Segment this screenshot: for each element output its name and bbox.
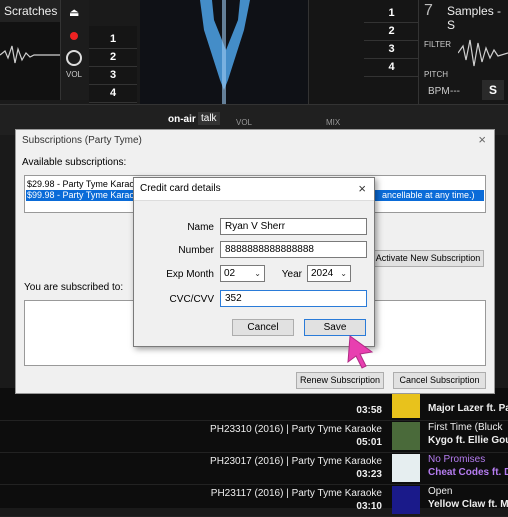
track-duration: 03:10 (356, 501, 382, 512)
name-field[interactable]: Ryan V Sherr (220, 218, 367, 235)
on-air-button[interactable]: on-air (168, 114, 196, 125)
sync-button[interactable]: S (482, 80, 504, 100)
cvv-label: CVC/CVV (169, 294, 214, 305)
subscribed-to-label: You are subscribed to: (24, 282, 124, 293)
left-side-controls: ⏏ VOL (60, 0, 89, 100)
cue-button-3[interactable]: 3 (89, 66, 137, 85)
track-title: PH23310 (2016) | Party Tyme Karaoke (210, 424, 382, 435)
center-waveform (140, 0, 308, 104)
center-button-4[interactable]: 4 (364, 58, 419, 77)
waveform-graphic (200, 0, 250, 104)
number-label: Number (178, 245, 214, 256)
filter-label: FILTER (424, 40, 451, 49)
center-button-1[interactable]: 1 (364, 4, 419, 23)
center-controls: 1 2 3 4 (308, 0, 419, 104)
cvv-field[interactable]: 352 (220, 290, 367, 307)
activate-subscription-button[interactable]: Activate New Subscription (372, 250, 484, 267)
album-art (392, 422, 420, 450)
table-row[interactable]: PH23117 (2016) | Party Tyme Karaoke 03:1… (0, 484, 508, 517)
cue-panel: 1 2 3 4 (89, 26, 137, 104)
track-song: Open (428, 486, 453, 497)
cue-button-1[interactable]: 1 (89, 30, 137, 49)
mixer-mix-label: MIX (326, 118, 341, 127)
pitch-label: PITCH (424, 70, 448, 79)
cancel-button[interactable]: Cancel (232, 319, 294, 336)
track-artist: Kygo ft. Ellie Goul (428, 435, 508, 446)
volume-knob[interactable] (66, 50, 82, 66)
talk-button[interactable]: talk (198, 112, 220, 125)
track-title: PH23117 (2016) | Party Tyme Karaoke (210, 488, 382, 499)
record-icon[interactable] (70, 32, 78, 40)
track-title: PH23017 (2016) | Party Tyme Karaoke (210, 456, 382, 467)
right-deck-number: 7 (424, 2, 433, 19)
table-row[interactable]: PH23310 (2016) | Party Tyme Karaoke 05:0… (0, 420, 508, 453)
cancel-subscription-button[interactable]: Cancel Subscription (393, 372, 486, 389)
available-subscriptions-label: Available subscriptions: (22, 157, 127, 168)
track-song: No Promises (428, 454, 486, 465)
chevron-down-icon: ⌄ (340, 269, 347, 278)
track-artist: Cheat Codes ft. D (428, 467, 508, 478)
close-icon[interactable]: × (478, 132, 486, 147)
list-item-label: $99.98 - Party Tyme Karaoke (27, 190, 144, 200)
dialog-titlebar: Credit card details × (134, 178, 374, 201)
eject-icon[interactable]: ⏏ (69, 6, 79, 19)
track-artist: Major Lazer ft. Pa (428, 403, 508, 414)
track-artist: Yellow Claw ft. Mo (428, 499, 508, 510)
dialog-title: Subscriptions (Party Tyme) (22, 135, 142, 146)
year-label: Year (281, 269, 302, 280)
track-song: First Time (Bluck (428, 422, 503, 433)
year-value: 2024 (311, 268, 334, 279)
right-deck-waveform (458, 39, 508, 67)
pointer-cursor-icon (347, 335, 374, 369)
center-button-2[interactable]: 2 (364, 22, 419, 41)
volume-label: VOL (66, 70, 83, 79)
track-browser: 03:58 Major Lazer ft. Pa PH23310 (2016) … (0, 388, 508, 517)
center-button-3[interactable]: 3 (364, 40, 419, 59)
mixer-vol-label: VOL (236, 118, 253, 127)
close-icon[interactable]: × (358, 181, 366, 196)
card-number-field[interactable]: 8888888888888888 (220, 241, 367, 258)
dialog-title: Credit card details (140, 183, 221, 194)
album-art (392, 454, 420, 482)
table-row[interactable]: PH23017 (2016) | Party Tyme Karaoke 03:2… (0, 452, 508, 485)
renew-subscription-button[interactable]: Renew Subscription (296, 372, 384, 389)
track-duration: 03:58 (356, 405, 382, 416)
list-item-detail: ancellable at any time.) (382, 190, 475, 200)
cue-button-4[interactable]: 4 (89, 84, 137, 103)
track-duration: 03:23 (356, 469, 382, 480)
exp-month-label: Exp Month (166, 269, 214, 280)
album-art (392, 390, 420, 418)
left-deck-waveform (0, 45, 60, 64)
bpm-label: BPM (428, 86, 450, 97)
credit-card-dialog: Credit card details × Name Ryan V Sherr … (133, 177, 375, 347)
year-select[interactable]: 2024 ⌄ (307, 265, 351, 282)
name-label: Name (187, 222, 214, 233)
album-art (392, 486, 420, 514)
cue-button-2[interactable]: 2 (89, 48, 137, 67)
list-item[interactable]: $29.98 - Party Tyme Karaoke (27, 179, 144, 189)
bpm-value: --- (450, 86, 460, 97)
track-duration: 05:01 (356, 437, 382, 448)
